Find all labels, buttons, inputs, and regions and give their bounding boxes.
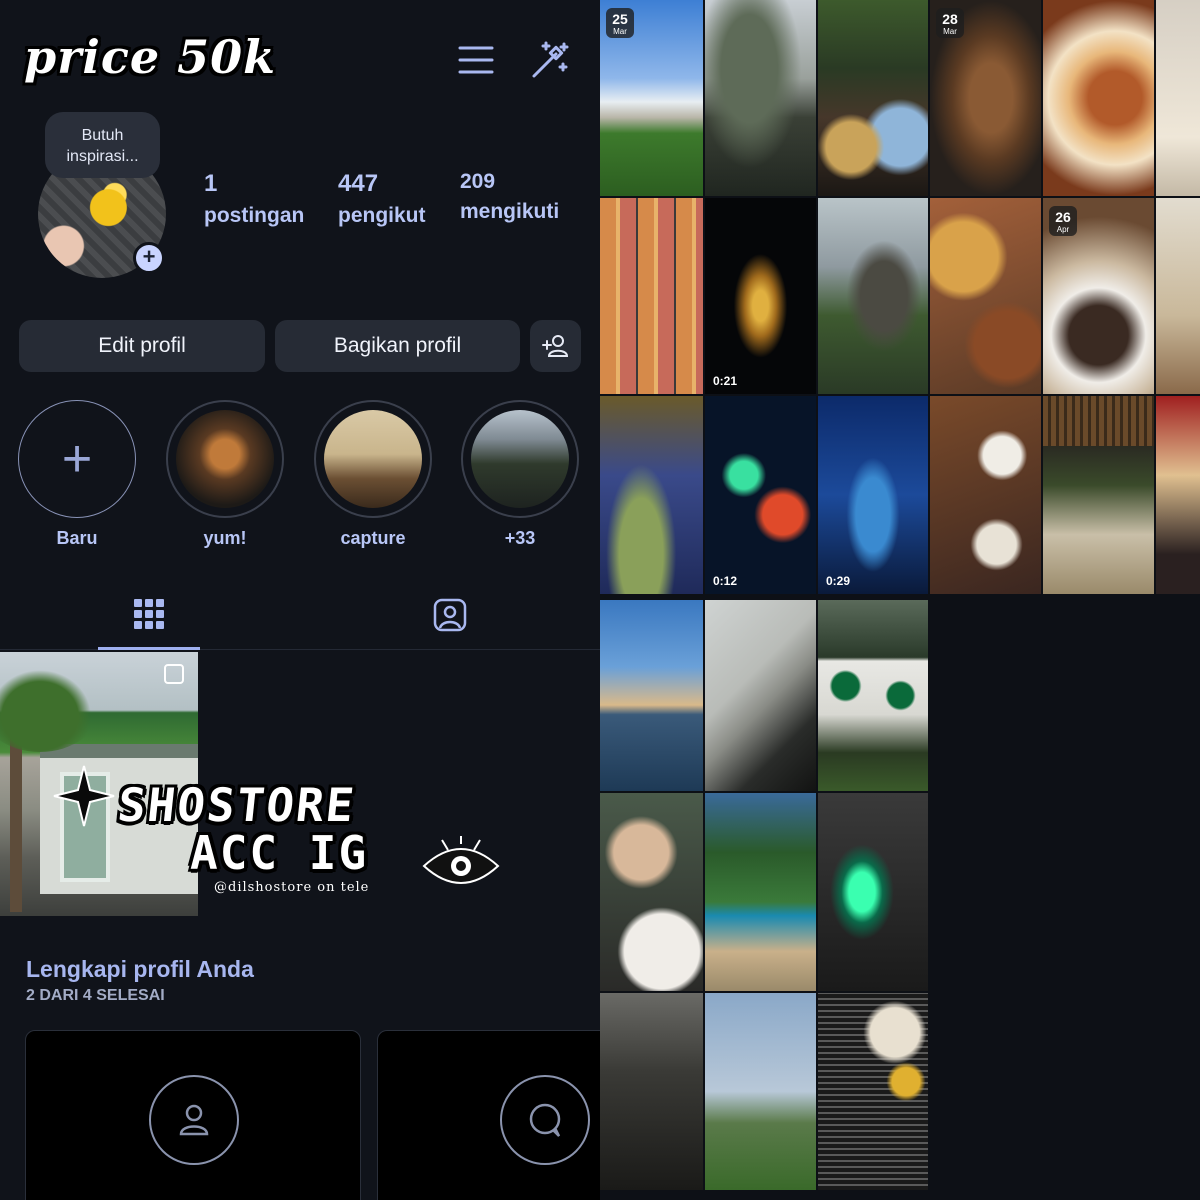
edit-profile-button[interactable]: Edit profil bbox=[19, 320, 265, 372]
grid-photo[interactable] bbox=[1156, 396, 1200, 594]
share-profile-button[interactable]: Bagikan profil bbox=[275, 320, 520, 372]
following-count: 209 bbox=[460, 170, 496, 193]
grid-photo[interactable] bbox=[600, 993, 703, 1190]
highlight-label: +33 bbox=[504, 528, 536, 548]
posts-label: postingan bbox=[204, 204, 305, 227]
date-badge: 26 Apr bbox=[1049, 206, 1077, 236]
tagged-icon bbox=[433, 598, 467, 632]
followers-count: 447 bbox=[338, 170, 379, 197]
grid-photo[interactable] bbox=[705, 993, 816, 1190]
price-label: price 50k bbox=[24, 30, 277, 84]
watermark-title: SHOSTORE bbox=[115, 778, 359, 832]
followers-label: pengikut bbox=[338, 204, 426, 227]
highlight-image bbox=[324, 410, 422, 508]
highlight-yum[interactable]: yum! bbox=[166, 400, 284, 548]
grid-photo[interactable]: 0:21 bbox=[705, 198, 816, 394]
inspiration-bubble[interactable]: Butuh inspirasi... bbox=[45, 112, 160, 178]
video-duration: 0:29 bbox=[826, 574, 851, 588]
person-icon bbox=[149, 1075, 239, 1165]
complete-profile-title: Lengkapi profil Anda bbox=[26, 956, 254, 982]
highlight-capture[interactable]: capture bbox=[314, 400, 432, 548]
grid-photo[interactable] bbox=[705, 793, 816, 991]
magic-wand-icon[interactable] bbox=[530, 40, 570, 80]
grid-icon bbox=[134, 598, 164, 629]
highlight-new-ring: + bbox=[18, 400, 136, 518]
grid-photo[interactable]: 28 Mar bbox=[930, 0, 1041, 196]
video-duration: 0:21 bbox=[713, 374, 738, 388]
watermark-subtitle: ACC IG bbox=[190, 826, 369, 880]
grid-photo[interactable] bbox=[818, 993, 928, 1190]
grid-photo[interactable] bbox=[705, 600, 816, 791]
profile-tabs bbox=[0, 580, 600, 650]
date-badge: 28 Mar bbox=[936, 8, 964, 38]
highlight-label: capture bbox=[340, 528, 406, 548]
post-image-palm bbox=[0, 662, 100, 752]
add-user-button[interactable] bbox=[530, 320, 581, 372]
grid-photo[interactable] bbox=[818, 0, 928, 196]
grid-photo[interactable] bbox=[930, 396, 1041, 594]
complete-profile-progress: 2 DARI 4 SELESAI bbox=[26, 987, 165, 1004]
grid-photo[interactable] bbox=[600, 600, 703, 791]
following-stat[interactable]: 209 mengikuti bbox=[460, 170, 559, 224]
watermark-handle: @dilshostore on tele bbox=[214, 880, 370, 895]
grid-photo[interactable] bbox=[818, 198, 928, 394]
grid-photo[interactable] bbox=[600, 793, 703, 991]
grid-photo[interactable] bbox=[930, 198, 1041, 394]
posts-count: 1 bbox=[204, 170, 218, 197]
tab-posts[interactable] bbox=[98, 580, 200, 650]
grid-photo[interactable] bbox=[818, 793, 928, 991]
star-icon bbox=[53, 765, 115, 827]
highlight-more[interactable]: +33 bbox=[461, 400, 579, 548]
grid-photo[interactable]: 0:29 bbox=[818, 396, 928, 594]
profile-screen: price 50k Butuh inspirasi... + 1 posting… bbox=[0, 0, 600, 1200]
grid-photo[interactable] bbox=[1043, 396, 1154, 594]
highlight-new[interactable]: + Baru bbox=[18, 400, 136, 548]
grid-photo[interactable]: 0:12 bbox=[705, 396, 816, 594]
grid-photo[interactable] bbox=[1043, 0, 1154, 196]
date-badge: 25 Mar bbox=[606, 8, 634, 38]
video-duration: 0:12 bbox=[713, 574, 738, 588]
photo-grid: 25 Mar 28 Mar 0:21 26 Apr 0:12 0:29 bbox=[600, 0, 1200, 1200]
eye-icon bbox=[422, 836, 500, 884]
posts-stat[interactable]: 1 postingan bbox=[204, 170, 304, 228]
grid-photo[interactable] bbox=[600, 396, 703, 594]
highlight-image bbox=[471, 410, 569, 508]
highlight-label: yum! bbox=[203, 528, 247, 548]
grid-photo[interactable] bbox=[705, 0, 816, 196]
grid-photo[interactable] bbox=[1156, 198, 1200, 394]
followers-stat[interactable]: 447 pengikut bbox=[338, 170, 426, 228]
profile-task-card[interactable] bbox=[377, 1030, 600, 1200]
profile-task-card[interactable] bbox=[25, 1030, 361, 1200]
tab-tagged[interactable] bbox=[400, 580, 500, 650]
highlight-label: Baru bbox=[56, 528, 98, 548]
chat-icon bbox=[500, 1075, 590, 1165]
menu-icon[interactable] bbox=[456, 40, 496, 80]
add-user-icon bbox=[541, 335, 568, 357]
grid-photo[interactable] bbox=[600, 198, 703, 394]
highlight-image bbox=[176, 410, 274, 508]
multi-post-icon bbox=[164, 664, 184, 684]
grid-photo[interactable]: 26 Apr bbox=[1043, 198, 1154, 394]
grid-photo[interactable] bbox=[818, 600, 928, 791]
grid-photo[interactable] bbox=[1156, 0, 1200, 196]
grid-photo[interactable]: 25 Mar bbox=[600, 0, 703, 196]
plus-icon: + bbox=[61, 430, 93, 488]
add-story-icon[interactable]: + bbox=[133, 242, 165, 274]
following-label: mengikuti bbox=[460, 200, 560, 223]
watermark: SHOSTORE ACC IG @dilshostore on tele bbox=[53, 765, 510, 918]
